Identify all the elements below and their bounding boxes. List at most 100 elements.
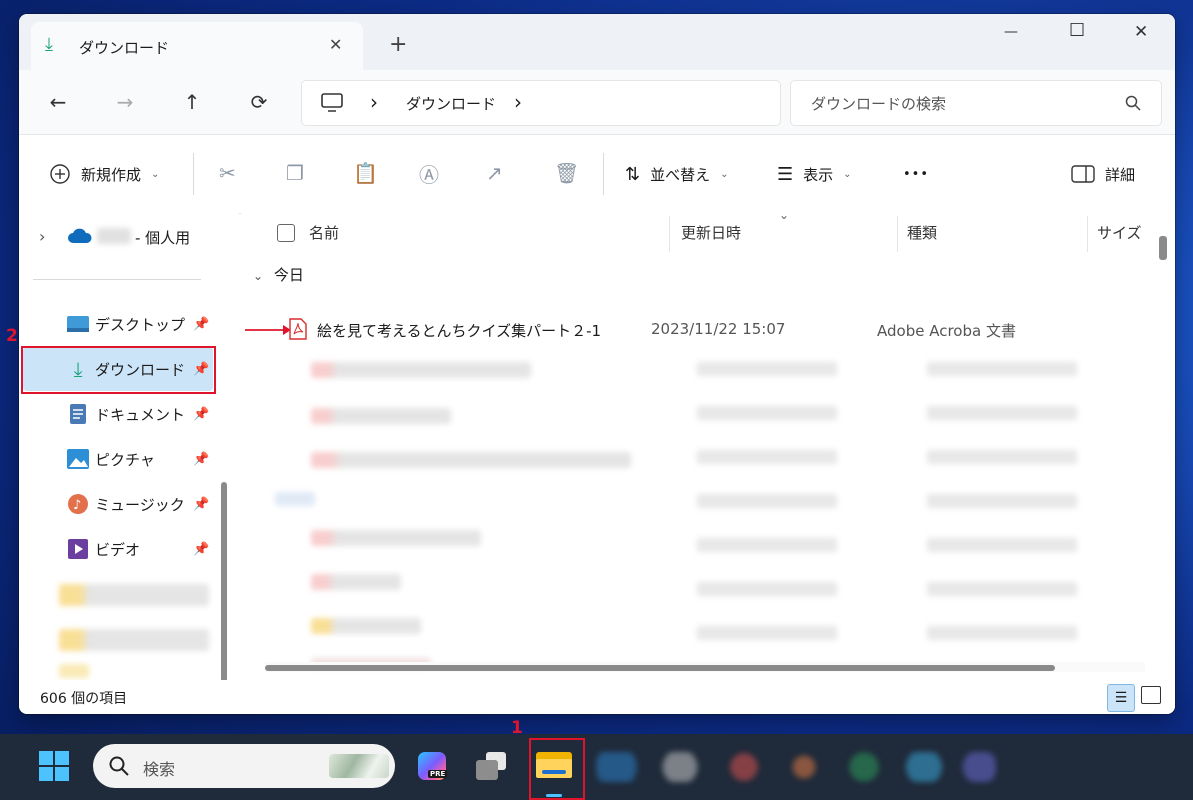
sidebar-item-videos[interactable]: ビデオ 📌 bbox=[23, 527, 213, 571]
column-header-type[interactable]: 種類 bbox=[907, 222, 937, 243]
close-button[interactable]: ✕ bbox=[1134, 22, 1148, 42]
file-type: Adobe Acroba 文書 bbox=[877, 322, 1016, 340]
tab-close-icon[interactable]: ✕ bbox=[329, 35, 342, 54]
taskbar: 検索 PRE bbox=[0, 734, 1193, 800]
details-label: 詳細 bbox=[1105, 165, 1136, 184]
copy-icon[interactable]: ❐ bbox=[286, 161, 304, 185]
column-divider[interactable] bbox=[897, 216, 898, 252]
documents-icon bbox=[67, 403, 89, 425]
table-row[interactable] bbox=[311, 408, 451, 424]
back-button[interactable]: ← bbox=[36, 80, 80, 124]
pictures-icon bbox=[67, 448, 89, 470]
sidebar-item-music[interactable]: ♪ ミュージック 📌 bbox=[23, 482, 213, 526]
chevron-right-icon[interactable]: › bbox=[39, 227, 45, 246]
sort-button[interactable]: ⇅ 並べ替え ⌄ bbox=[625, 135, 729, 213]
search-placeholder: ダウンロードの検索 bbox=[811, 95, 947, 113]
more-button[interactable]: ••• bbox=[903, 135, 929, 213]
pin-icon[interactable]: 📌 bbox=[193, 542, 209, 557]
table-row[interactable] bbox=[311, 362, 531, 378]
view-label: 表示 bbox=[803, 165, 834, 184]
table-row[interactable] bbox=[311, 530, 481, 546]
sidebar-item-blurred[interactable] bbox=[59, 664, 89, 678]
new-button[interactable]: 新規作成 ⌄ bbox=[49, 135, 159, 213]
task-view-icon[interactable] bbox=[476, 752, 508, 782]
windows-start-icon[interactable] bbox=[38, 750, 70, 782]
videos-icon bbox=[67, 538, 89, 560]
taskbar-search[interactable]: 検索 bbox=[93, 744, 395, 788]
column-header-name[interactable]: 名前 bbox=[309, 222, 339, 243]
title-bar: ⤓ ダウンロード ✕ + — ☐ ✕ bbox=[19, 14, 1175, 76]
cut-icon[interactable]: ✂ bbox=[219, 161, 236, 185]
breadcrumb-current[interactable]: ダウンロード bbox=[406, 93, 496, 114]
sidebar-item-pictures[interactable]: ピクチャ 📌 bbox=[23, 437, 213, 481]
pin-icon[interactable]: 📌 bbox=[193, 452, 209, 467]
sort-label: 並べ替え bbox=[650, 165, 711, 184]
minimize-button[interactable]: — bbox=[1004, 24, 1018, 40]
task-view-front bbox=[476, 760, 498, 780]
refresh-button[interactable]: ⟳ bbox=[237, 80, 281, 124]
chevron-down-icon: ⌄ bbox=[253, 269, 264, 283]
forward-button[interactable]: → bbox=[103, 80, 147, 124]
sort-icon: ⇅ bbox=[625, 163, 641, 185]
arrow-annotation bbox=[245, 325, 291, 335]
column-divider[interactable] bbox=[669, 216, 670, 252]
view-button[interactable]: ☰ 表示 ⌄ bbox=[777, 135, 852, 213]
address-bar[interactable]: › ダウンロード › bbox=[301, 80, 781, 126]
copilot-icon[interactable]: PRE bbox=[418, 752, 448, 780]
svg-text:♪: ♪ bbox=[73, 498, 81, 513]
search-box[interactable]: ダウンロードの検索 bbox=[790, 80, 1162, 126]
sidebar-item-onedrive[interactable]: › - 個人用 bbox=[23, 214, 213, 258]
select-all-checkbox[interactable] bbox=[277, 224, 295, 242]
taskbar-app-icons-blurred[interactable] bbox=[596, 752, 996, 782]
column-divider[interactable] bbox=[1087, 216, 1088, 252]
pin-icon[interactable]: 📌 bbox=[193, 317, 209, 332]
step-number-1: 1 bbox=[511, 718, 523, 738]
up-button[interactable]: ↑ bbox=[170, 80, 214, 124]
refresh-icon: ⟳ bbox=[250, 90, 268, 114]
details-view-icon[interactable]: ☰ bbox=[1107, 684, 1135, 712]
tiles-view-icon[interactable] bbox=[1141, 686, 1161, 704]
sidebar-scrollbar[interactable] bbox=[221, 482, 227, 682]
breadcrumb-chevron-icon[interactable]: › bbox=[514, 90, 522, 114]
file-name: 絵を見て考えるとんちクイズ集パート２-1 bbox=[317, 322, 602, 340]
download-icon: ⤓ bbox=[45, 34, 53, 55]
sidebar-item-label: ドキュメント bbox=[95, 405, 186, 424]
table-row[interactable] bbox=[311, 452, 631, 468]
more-icon: ••• bbox=[903, 166, 930, 182]
group-header[interactable] bbox=[275, 492, 315, 506]
column-header-size[interactable]: サイズ bbox=[1097, 222, 1142, 243]
sidebar-item-blurred[interactable] bbox=[59, 629, 209, 651]
pin-icon[interactable]: 📌 bbox=[193, 497, 209, 512]
chevron-down-icon: ⌄ bbox=[720, 168, 729, 180]
delete-icon[interactable]: 🗑 bbox=[554, 161, 579, 185]
new-label: 新規作成 bbox=[81, 165, 142, 184]
tab-downloads[interactable]: ⤓ ダウンロード ✕ bbox=[31, 22, 363, 70]
command-bar: 新規作成 ⌄ ✂ ❐ 📋 Ⓐ ↗ 🗑 ⇅ 並べ替え ⌄ ☰ 表示 ⌄ ••• 詳… bbox=[19, 134, 1175, 214]
divider bbox=[193, 153, 194, 195]
table-row[interactable] bbox=[311, 574, 401, 590]
divider bbox=[603, 153, 604, 195]
paste-icon[interactable]: 📋 bbox=[353, 161, 378, 185]
up-arrow-icon: ↑ bbox=[183, 90, 201, 114]
pre-badge: PRE bbox=[428, 770, 448, 778]
sidebar-item-documents[interactable]: ドキュメント 📌 bbox=[23, 392, 213, 436]
column-header-date[interactable]: 更新日時 bbox=[681, 222, 741, 243]
maximize-button[interactable]: ☐ bbox=[1069, 20, 1085, 41]
group-header-today[interactable]: ⌄ 今日 bbox=[253, 264, 304, 285]
vertical-scrollbar[interactable] bbox=[1159, 236, 1167, 260]
taskbar-search-placeholder: 検索 bbox=[143, 760, 176, 779]
sidebar-item-desktop[interactable]: デスクトップ 📌 bbox=[23, 302, 213, 346]
sidebar-item-blurred[interactable] bbox=[59, 584, 209, 606]
tab-title: ダウンロード bbox=[79, 39, 170, 57]
table-row[interactable] bbox=[311, 618, 421, 634]
details-pane-button[interactable]: 詳細 bbox=[1071, 135, 1135, 213]
file-row[interactable]: 絵を見て考えるとんちクイズ集パート２-1 2023/11/22 15:07 Ad… bbox=[289, 308, 1169, 352]
new-tab-button[interactable]: + bbox=[389, 32, 407, 57]
breadcrumb-separator-icon[interactable]: › bbox=[370, 90, 378, 114]
share-icon[interactable]: ↗ bbox=[486, 161, 503, 185]
details-pane-icon bbox=[1071, 165, 1095, 183]
horizontal-scrollbar[interactable] bbox=[265, 665, 1055, 671]
pin-icon[interactable]: 📌 bbox=[193, 407, 209, 422]
rename-icon[interactable]: Ⓐ bbox=[419, 159, 439, 188]
sidebar-item-label: デスクトップ bbox=[95, 315, 186, 334]
